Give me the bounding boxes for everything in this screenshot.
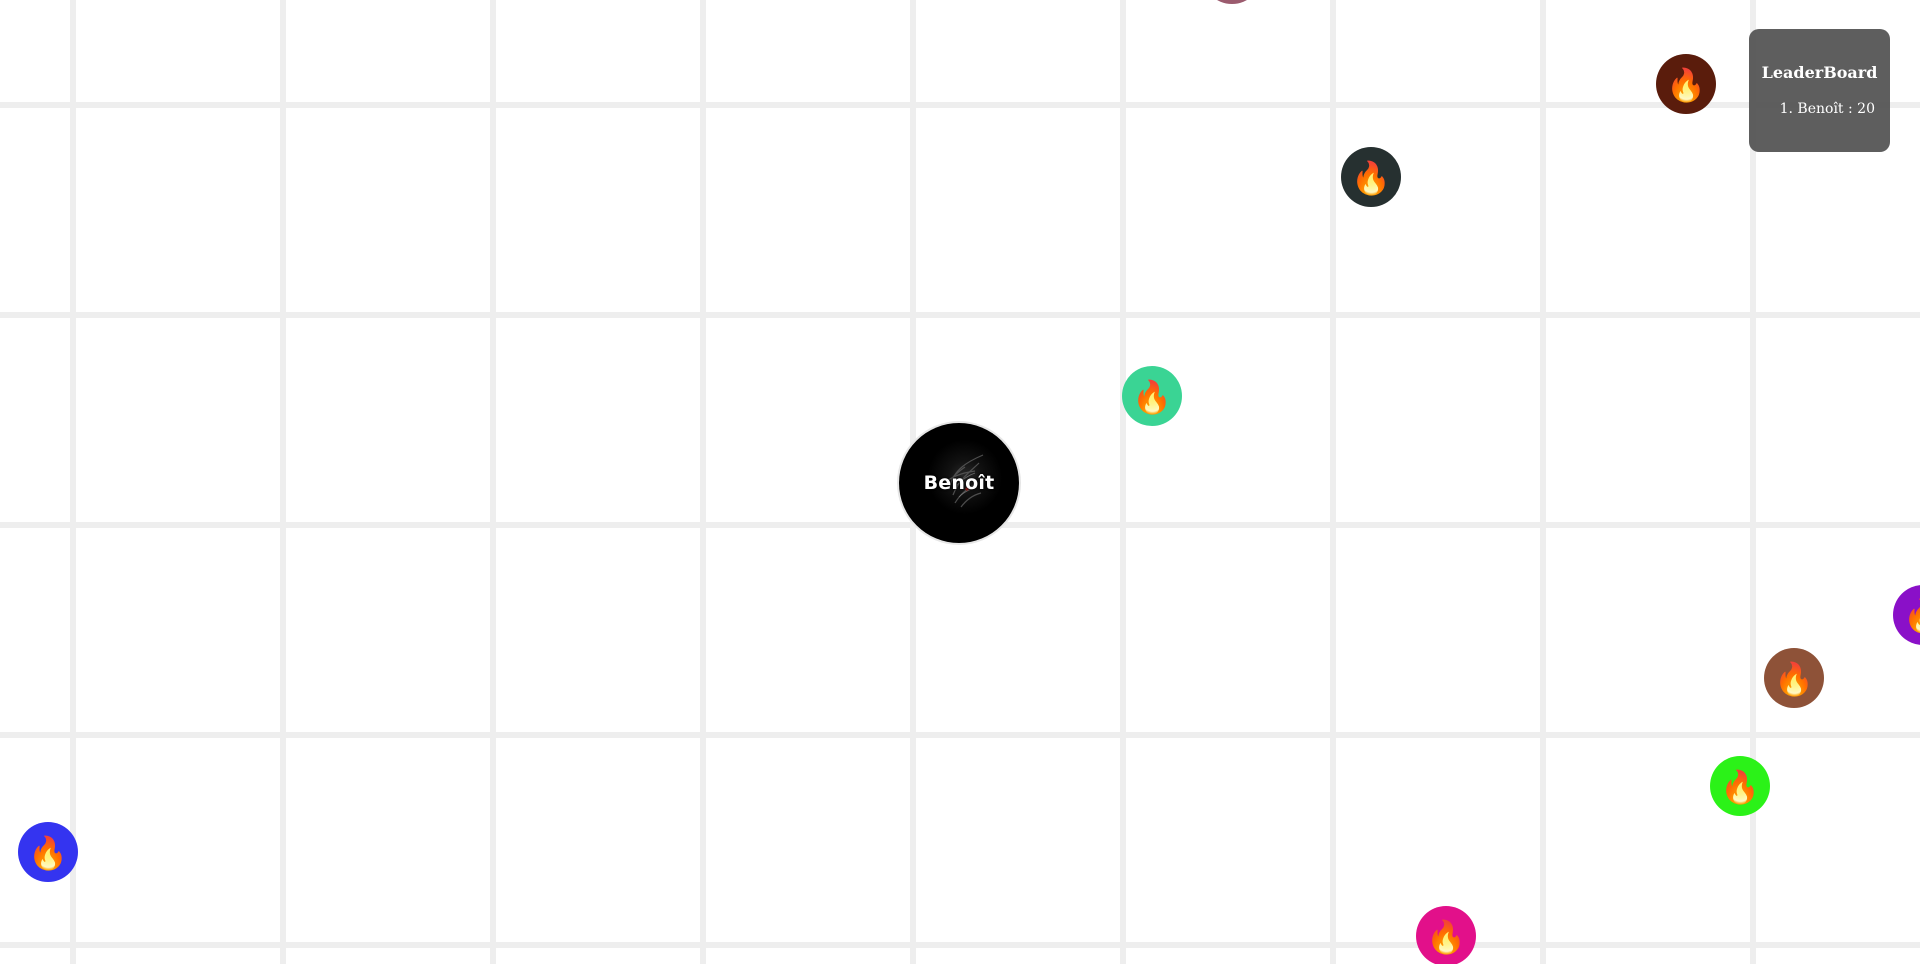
leaderboard-entry: 1. Benoît : 20 — [1780, 101, 1875, 117]
fire-icon: 🔥 — [28, 834, 68, 872]
food-pellet-brown: 🔥 — [1764, 648, 1824, 708]
leaderboard-title: LeaderBoard — [1761, 63, 1878, 82]
fire-icon: 🔥 — [1132, 378, 1172, 416]
leaderboard-score: 20 — [1857, 101, 1875, 117]
fire-icon: 🔥 — [1903, 600, 1920, 632]
leaderboard-list: 1. Benoît : 20 — [1780, 101, 1875, 117]
fire-icon: 🔥 — [1774, 660, 1814, 698]
food-pellet-teal: 🔥 — [1122, 366, 1182, 426]
fire-icon: 🔥 — [1351, 159, 1391, 197]
leaderboard-panel: LeaderBoard 1. Benoît : 20 — [1749, 29, 1890, 152]
player-name-label: Benoît — [923, 472, 995, 494]
food-pellet-magenta: 🔥 — [1416, 906, 1476, 964]
food-pellet-blue: 🔥 — [18, 822, 78, 882]
leaderboard-separator: : — [1848, 101, 1853, 117]
fire-icon: 🔥 — [1426, 918, 1466, 956]
leaderboard-rank: 1. — [1779, 101, 1793, 117]
player-cell: Benoît — [899, 423, 1019, 543]
fire-icon: 🔥 — [1720, 768, 1760, 806]
food-pellet-dark-slate: 🔥 — [1341, 147, 1401, 207]
leaderboard-player-name: Benoît — [1797, 101, 1844, 117]
food-pellet-dark-red: 🔥 — [1656, 54, 1716, 114]
game-canvas[interactable]: 🔥 🔥 🔥 🔥 🔥 🔥 🔥 🔥 🔥 — [0, 0, 1920, 964]
food-pellet-purple: 🔥 — [1893, 585, 1920, 645]
food-pellet-green: 🔥 — [1710, 756, 1770, 816]
food-pellet-top-partial: 🔥 — [1202, 0, 1262, 4]
fire-icon: 🔥 — [1666, 66, 1706, 104]
